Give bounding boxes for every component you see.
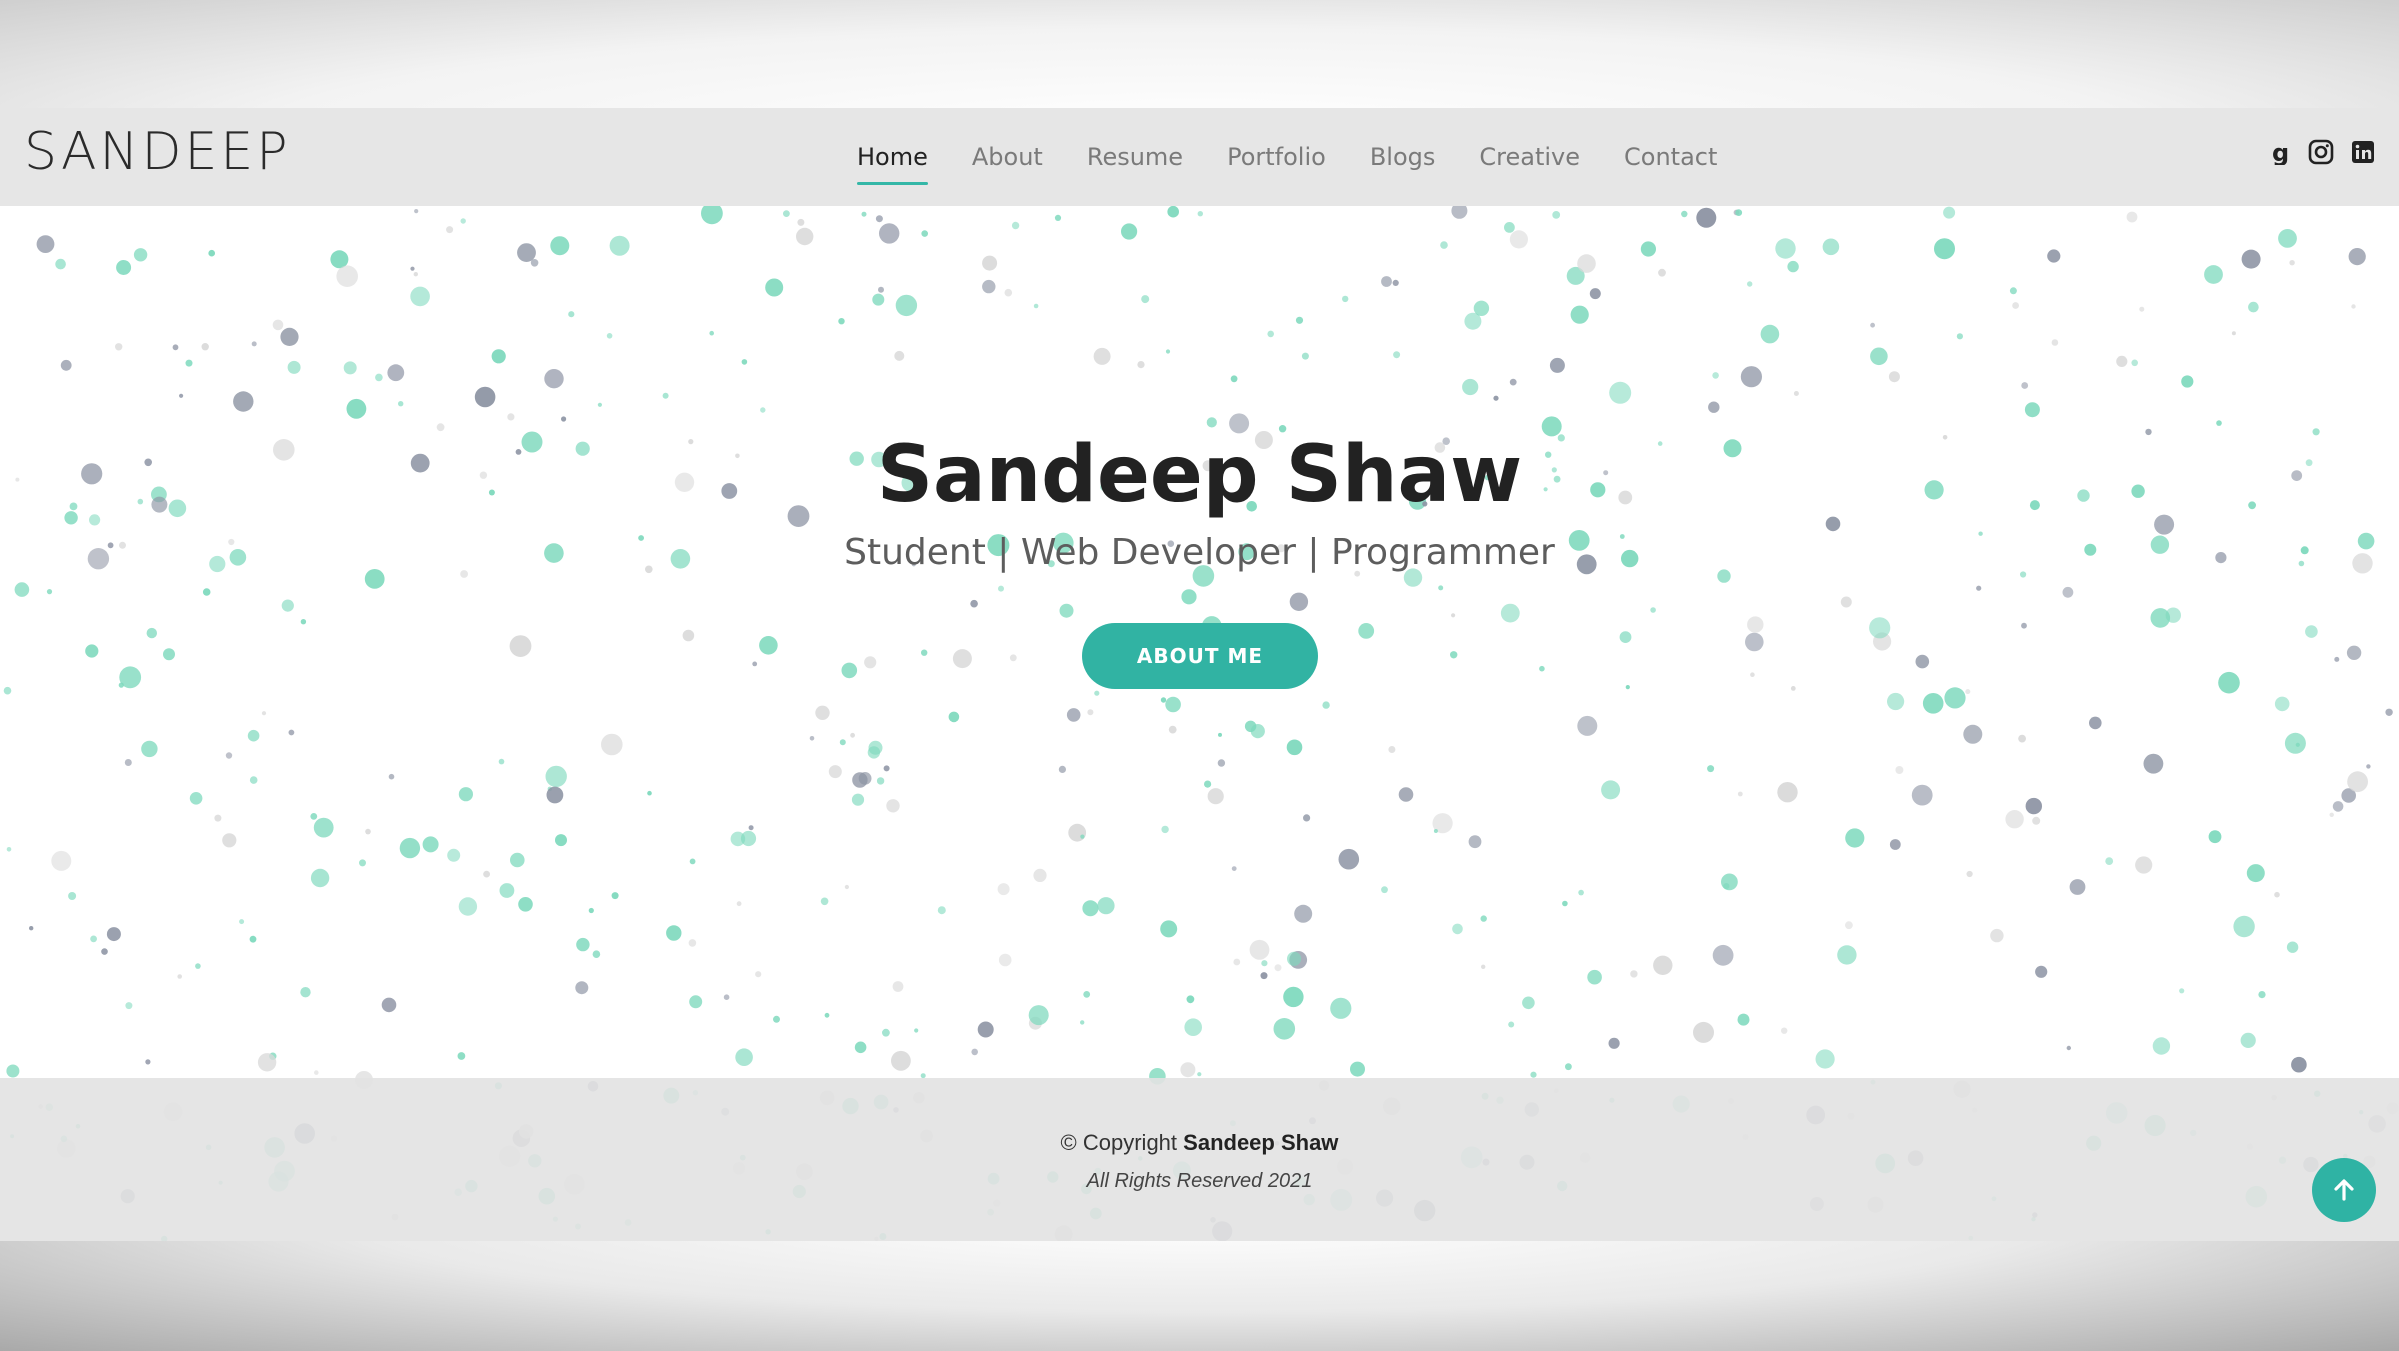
- about-me-button[interactable]: ABOUT ME: [1082, 623, 1318, 689]
- navbar: SANDEEP Home About Resume Portfolio Blog…: [0, 108, 2399, 206]
- nav-home[interactable]: Home: [857, 143, 928, 185]
- logo[interactable]: SANDEEP: [24, 122, 291, 182]
- copyright-prefix: © Copyright: [1060, 1130, 1178, 1155]
- nav-creative[interactable]: Creative: [1479, 143, 1580, 171]
- footer: [0, 1078, 2399, 1241]
- nav-menu: Home About Resume Portfolio Blogs Creati…: [857, 108, 1717, 206]
- nav-portfolio[interactable]: Portfolio: [1227, 143, 1326, 171]
- hero-title: Sandeep Shaw: [876, 430, 1523, 520]
- svg-text:g: g: [2272, 139, 2289, 165]
- arrow-up-icon: [2334, 1179, 2354, 1201]
- footer-copyright: © Copyright Sandeep Shaw: [0, 1130, 2399, 1156]
- video-frame-top: [0, 0, 2399, 108]
- nav-contact[interactable]: Contact: [1624, 143, 1717, 171]
- hero-subtitle: Student | Web Developer | Programmer: [844, 532, 1555, 573]
- nav-blogs[interactable]: Blogs: [1370, 143, 1436, 171]
- back-to-top-button[interactable]: [2312, 1158, 2376, 1222]
- footer-rights: All Rights Reserved 2021: [1086, 1170, 1313, 1192]
- social-links: g: [2265, 138, 2377, 166]
- nav-resume[interactable]: Resume: [1087, 143, 1183, 171]
- nav-about[interactable]: About: [972, 143, 1043, 171]
- copyright-name: Sandeep Shaw: [1183, 1130, 1339, 1155]
- github-icon[interactable]: g: [2265, 138, 2293, 166]
- video-frame-bottom: [0, 1241, 2399, 1351]
- hero-section: Sandeep Shaw Student | Web Developer | P…: [0, 108, 2399, 1078]
- instagram-icon[interactable]: [2307, 138, 2335, 166]
- website: SANDEEP Home About Resume Portfolio Blog…: [0, 108, 2399, 1241]
- linkedin-icon[interactable]: [2349, 138, 2377, 166]
